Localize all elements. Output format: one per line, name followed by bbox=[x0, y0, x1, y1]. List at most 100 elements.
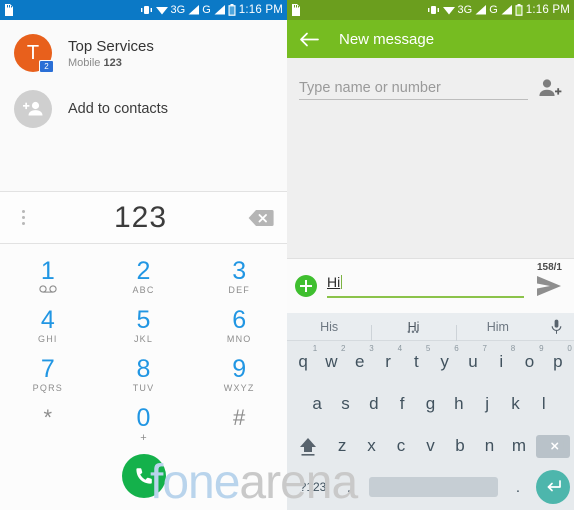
contact-name: Top Services bbox=[68, 37, 154, 55]
key-d[interactable]: d bbox=[360, 385, 388, 423]
recipient-field-row: Type name or number bbox=[287, 58, 574, 110]
message-input-wrapper[interactable]: Hi bbox=[327, 274, 524, 298]
key-1[interactable]: 1 bbox=[0, 252, 96, 301]
key-u[interactable]: 7u bbox=[459, 343, 487, 381]
overflow-menu-icon[interactable] bbox=[0, 210, 46, 225]
dialed-number[interactable]: 123 bbox=[46, 201, 235, 235]
key-9[interactable]: 9 WXYZ bbox=[191, 350, 287, 399]
key-r[interactable]: 4r bbox=[374, 343, 402, 381]
key-s[interactable]: s bbox=[331, 385, 359, 423]
virtual-keyboard: His Hi ••• Him 1q 2w 3e 4r 5 t 6 y 7 u 8… bbox=[287, 313, 574, 510]
send-icon[interactable] bbox=[532, 275, 566, 297]
network-g-label: G bbox=[202, 4, 211, 16]
key-p[interactable]: 0p bbox=[544, 343, 572, 381]
key-y[interactable]: 6y bbox=[430, 343, 458, 381]
left-status-bar: 3G G 1:16 PM bbox=[0, 0, 287, 20]
vibrate-icon bbox=[140, 5, 153, 15]
backspace-icon[interactable] bbox=[235, 209, 287, 227]
key-1-label: 1 bbox=[40, 256, 55, 285]
key-t[interactable]: 5t bbox=[402, 343, 430, 381]
enter-icon[interactable] bbox=[536, 470, 570, 504]
dual-screenshot: 3G G 1:16 PM T 2 Top Services Mobile 123… bbox=[0, 0, 574, 510]
network-3g-label: 3G bbox=[457, 4, 473, 16]
key-0[interactable]: 0 + bbox=[96, 399, 192, 448]
keypad-row: 4 GHI 5 JKL 6 MNO bbox=[0, 301, 287, 350]
keypad-row: 7 PQRS 8 TUV 9 WXYZ bbox=[0, 350, 287, 399]
message-composer: 158/1 Hi bbox=[287, 258, 574, 313]
key-o[interactable]: 9o bbox=[515, 343, 544, 381]
key-6[interactable]: 6 MNO bbox=[191, 301, 287, 350]
phone-call-icon[interactable] bbox=[121, 454, 166, 498]
key-w[interactable]: 2w bbox=[317, 343, 345, 381]
right-status-bar: 3G G 1:16 PM bbox=[287, 0, 574, 20]
key-x[interactable]: x bbox=[357, 427, 386, 465]
space-key[interactable] bbox=[369, 477, 498, 497]
add-to-contacts-row[interactable]: Add to contacts bbox=[0, 72, 287, 128]
key-8[interactable]: 8 TUV bbox=[96, 350, 192, 399]
key-a[interactable]: a bbox=[303, 385, 331, 423]
app-bar: New message bbox=[287, 20, 574, 58]
key-e[interactable]: 3e bbox=[346, 343, 374, 381]
key-star[interactable]: * bbox=[0, 399, 96, 448]
key-2-letters: ABC bbox=[132, 284, 155, 295]
key-4-letters: GHI bbox=[38, 333, 58, 344]
key-l[interactable]: l bbox=[530, 385, 558, 423]
key-c[interactable]: c bbox=[386, 427, 415, 465]
network-g-label: G bbox=[489, 4, 498, 16]
key-7[interactable]: 7 PQRS bbox=[0, 350, 96, 399]
key-g[interactable]: g bbox=[416, 385, 444, 423]
key-5-label: 5 bbox=[136, 305, 151, 334]
wifi-icon bbox=[442, 5, 455, 15]
key-m[interactable]: m bbox=[504, 427, 533, 465]
contact-row[interactable]: T 2 Top Services Mobile 123 bbox=[0, 20, 287, 73]
backspace-icon bbox=[535, 434, 570, 458]
suggestion-strip: His Hi ••• Him bbox=[287, 313, 574, 341]
message-input[interactable]: Hi bbox=[327, 274, 340, 290]
key-4-label: 4 bbox=[40, 305, 55, 334]
contact-header-area: T 2 Top Services Mobile 123 Add to conta… bbox=[0, 20, 287, 191]
keyboard-backspace-key[interactable] bbox=[534, 427, 572, 465]
voicemail-icon bbox=[39, 284, 57, 296]
comma-key[interactable]: , bbox=[335, 479, 363, 496]
key-n[interactable]: n bbox=[475, 427, 504, 465]
key-f[interactable]: f bbox=[388, 385, 416, 423]
recipient-input[interactable]: Type name or number bbox=[299, 80, 528, 100]
key-h[interactable]: h bbox=[445, 385, 473, 423]
key-7-label: 7 bbox=[40, 354, 55, 383]
character-counter: 158/1 bbox=[536, 262, 562, 273]
key-q[interactable]: 1q bbox=[289, 343, 317, 381]
dialer-display: 123 bbox=[0, 191, 287, 244]
key-2-label: 2 bbox=[136, 256, 151, 285]
add-contact-icon[interactable] bbox=[528, 78, 562, 100]
suggestion-0[interactable]: His bbox=[287, 320, 371, 334]
key-5[interactable]: 5 JKL bbox=[96, 301, 192, 350]
key-7-letters: PQRS bbox=[32, 382, 63, 393]
key-z[interactable]: z bbox=[327, 427, 356, 465]
key-4[interactable]: 4 GHI bbox=[0, 301, 96, 350]
key-star-label: * bbox=[43, 404, 53, 430]
keyboard-row-2: a s d f g h j k l bbox=[287, 383, 574, 425]
key-v[interactable]: v bbox=[416, 427, 445, 465]
left-clock: 1:16 PM bbox=[238, 4, 283, 16]
back-arrow-icon[interactable] bbox=[299, 32, 319, 47]
key-0-label: 0 bbox=[136, 403, 151, 432]
add-person-icon bbox=[14, 90, 52, 128]
plus-icon[interactable] bbox=[295, 275, 317, 297]
sd-card-icon bbox=[291, 4, 300, 16]
suggestion-1[interactable]: Hi ••• bbox=[371, 320, 455, 341]
key-2[interactable]: 2 ABC bbox=[96, 252, 192, 301]
key-3[interactable]: 3 DEF bbox=[191, 252, 287, 301]
key-j[interactable]: j bbox=[473, 385, 501, 423]
microphone-icon[interactable] bbox=[540, 319, 574, 335]
period-key[interactable]: . bbox=[504, 479, 532, 496]
shift-icon[interactable] bbox=[289, 427, 327, 465]
key-3-letters: DEF bbox=[228, 284, 250, 295]
avatar[interactable]: T 2 bbox=[14, 34, 54, 73]
key-8-letters: TUV bbox=[132, 382, 155, 393]
key-k[interactable]: k bbox=[501, 385, 529, 423]
key-hash[interactable]: # bbox=[191, 399, 287, 448]
key-i[interactable]: 8i bbox=[487, 343, 515, 381]
symbols-key[interactable]: ?123 bbox=[291, 480, 335, 494]
suggestion-2[interactable]: Him bbox=[455, 320, 540, 341]
key-b[interactable]: b bbox=[445, 427, 474, 465]
